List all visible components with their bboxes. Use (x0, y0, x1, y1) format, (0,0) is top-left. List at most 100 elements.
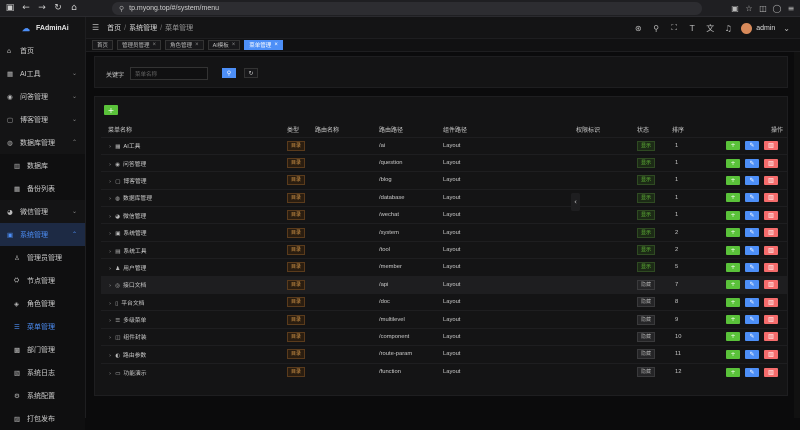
extensions-icon[interactable]: ◫ (758, 2, 768, 14)
sidebar-item-home[interactable]: ⌂ 首页 (0, 39, 85, 62)
tab-ai-template[interactable]: AI模板 × (207, 40, 241, 50)
edit-button[interactable]: ✎ (745, 297, 759, 307)
add-child-button[interactable]: + (726, 349, 740, 359)
edit-button[interactable]: ✎ (745, 158, 759, 168)
close-icon[interactable]: × (232, 42, 236, 48)
close-icon[interactable]: × (153, 42, 157, 48)
edit-button[interactable]: ✎ (745, 262, 759, 272)
notification-bell-icon[interactable]: ♫ (719, 24, 737, 33)
table-row[interactable]: › ◐ 路由参数 目录/route-param Layout 隐藏 11 + ✎ ▥ (101, 345, 787, 364)
table-row[interactable]: › ◫ 组件封装 目录/component Layout 隐藏 10 + ✎ ▥ (101, 327, 787, 346)
sidebar-item-system[interactable]: ▣ 系统管理 ⌃ (0, 223, 85, 246)
table-row[interactable]: › ▣ 系统管理 目录/system Layout 显示 2 + ✎ ▥ (101, 223, 787, 242)
username[interactable]: admin (756, 25, 775, 32)
sidebar-item-ai-tools[interactable]: ▦ AI工具 ⌄ (0, 62, 85, 85)
add-child-button[interactable]: + (726, 245, 740, 255)
add-child-button[interactable]: + (726, 175, 740, 185)
tab-home[interactable]: 首页 (92, 40, 114, 50)
forward-icon[interactable]: → (36, 2, 48, 14)
table-row[interactable]: › ♟ 用户管理 目录/member Layout 显示 5 + ✎ ▥ (101, 258, 787, 277)
table-row[interactable]: › ▭ 功能演示 目录/function Layout 隐藏 12 + ✎ ▥ (101, 362, 787, 381)
translate-icon[interactable]: 文 (701, 23, 719, 34)
sidebar-item-database[interactable]: ▥ 数据库 (0, 154, 85, 177)
collapse-toggle-icon[interactable]: ‹ (571, 193, 580, 211)
bookmark-star-icon[interactable]: ☆ (744, 2, 754, 14)
edit-button[interactable]: ✎ (745, 141, 759, 151)
github-icon[interactable]: ⊛ (629, 24, 647, 33)
delete-button[interactable]: ▥ (764, 262, 778, 272)
expand-chevron-icon[interactable]: › (109, 214, 111, 220)
tab-role-mgmt[interactable]: 角色管理 × (165, 40, 204, 50)
address-bar[interactable]: ⚲ tp.myong.top/#/system/menu (112, 2, 702, 15)
expand-chevron-icon[interactable]: › (109, 318, 111, 324)
edit-button[interactable]: ✎ (745, 175, 759, 185)
expand-chevron-icon[interactable]: › (109, 249, 111, 255)
add-child-button[interactable]: + (726, 228, 740, 238)
add-menu-button[interactable]: + (104, 105, 118, 115)
tab-menu-mgmt[interactable]: 菜单管理 × (244, 40, 283, 50)
page-scrollbar[interactable] (794, 52, 800, 418)
add-child-button[interactable]: + (726, 332, 740, 342)
table-row[interactable]: › ▢ 博客管理 目录/blog Layout 显示 1 + ✎ ▥ (101, 171, 787, 190)
site-info-icon[interactable]: ⚲ (119, 5, 124, 13)
sidebar-item-dept-mgmt[interactable]: ▩ 部门管理 (0, 338, 85, 361)
sidebar-item-system-config[interactable]: ⚙ 系统配置 (0, 384, 85, 407)
delete-button[interactable]: ▥ (764, 245, 778, 255)
delete-button[interactable]: ▥ (764, 297, 778, 307)
sidebar-item-system-log[interactable]: ▧ 系统日志 (0, 361, 85, 384)
reload-icon[interactable]: ↻ (52, 2, 64, 14)
sidebar-item-blog[interactable]: ▢ 博客管理 ⌄ (0, 108, 85, 131)
sidebar-item-menu-mgmt[interactable]: ☰ 菜单管理 (0, 315, 85, 338)
reset-button[interactable]: ↻ (244, 68, 258, 78)
sidebar-item-node-mgmt[interactable]: ⛭ 节点管理 (0, 269, 85, 292)
sidebar-item-qa[interactable]: ◉ 问答管理 ⌄ (0, 85, 85, 108)
table-row[interactable]: › ▯ 平台文档 目录/doc Layout 隐藏 8 + ✎ ▥ (101, 293, 787, 311)
expand-chevron-icon[interactable]: › (109, 266, 111, 272)
expand-chevron-icon[interactable]: › (109, 144, 111, 150)
fullscreen-icon[interactable]: ⛶ (665, 23, 683, 33)
edit-button[interactable]: ✎ (745, 349, 759, 359)
back-icon[interactable]: ← (20, 2, 32, 14)
delete-button[interactable]: ▥ (764, 193, 778, 203)
sidebar-item-wechat[interactable]: ◕ 微信管理 ⌄ (0, 200, 85, 223)
expand-chevron-icon[interactable]: › (109, 371, 111, 377)
table-row[interactable]: › ▦ AI工具 目录/ai Layout 显示 1 + ✎ ▥ (101, 136, 787, 155)
table-row[interactable]: › ◍ 数据库管理 目录/database Layout 显示 1 + ✎ ▥ (101, 188, 787, 207)
expand-chevron-icon[interactable]: › (109, 301, 111, 307)
sidebar-item-backup-list[interactable]: ▦ 备份列表 (0, 177, 85, 200)
edit-button[interactable]: ✎ (745, 210, 759, 220)
delete-button[interactable]: ▥ (764, 175, 778, 185)
add-child-button[interactable]: + (726, 315, 740, 325)
avatar[interactable] (741, 22, 753, 34)
add-child-button[interactable]: + (726, 367, 740, 377)
breadcrumb-item[interactable]: 首页 (107, 25, 121, 32)
browser-menu-icon[interactable]: ≡ (786, 2, 796, 14)
user-menu-chevron-icon[interactable]: ⌄ (783, 24, 790, 33)
add-child-button[interactable]: + (726, 158, 740, 168)
sidebar-item-admin-mgmt[interactable]: ♙ 管理员管理 (0, 246, 85, 269)
add-child-button[interactable]: + (726, 280, 740, 290)
add-child-button[interactable]: + (726, 210, 740, 220)
edit-button[interactable]: ✎ (745, 332, 759, 342)
profile-icon[interactable]: ◯ (772, 2, 782, 14)
delete-button[interactable]: ▥ (764, 332, 778, 342)
table-row[interactable]: › ◎ 接口文档 目录/api Layout 隐藏 7 + ✎ ▥ (101, 275, 787, 294)
search-button[interactable]: ⚲ (222, 68, 236, 78)
expand-chevron-icon[interactable]: › (109, 196, 111, 202)
table-row[interactable]: › ▤ 系统工具 目录/tool Layout 显示 2 + ✎ ▥ (101, 240, 787, 259)
table-row[interactable]: › ◉ 问答管理 目录/question Layout 显示 1 + ✎ ▥ (101, 153, 787, 172)
add-child-button[interactable]: + (726, 262, 740, 272)
table-row[interactable]: › ◕ 微信管理 目录/wechat Layout 显示 1 + ✎ ▥ (101, 206, 787, 224)
expand-chevron-icon[interactable]: › (109, 335, 111, 341)
edit-button[interactable]: ✎ (745, 228, 759, 238)
home-browser-icon[interactable]: ⌂ (68, 2, 80, 14)
expand-chevron-icon[interactable]: › (109, 283, 111, 289)
expand-chevron-icon[interactable]: › (109, 231, 111, 237)
app-logo[interactable]: ☁ FAdminAi (0, 17, 85, 39)
add-child-button[interactable]: + (726, 193, 740, 203)
table-row[interactable]: › ☰ 多级菜单 目录/multilevel Layout 隐藏 9 + ✎ ▥ (101, 310, 787, 329)
edit-button[interactable]: ✎ (745, 280, 759, 290)
delete-button[interactable]: ▥ (764, 280, 778, 290)
add-child-button[interactable]: + (726, 141, 740, 151)
delete-button[interactable]: ▥ (764, 141, 778, 151)
